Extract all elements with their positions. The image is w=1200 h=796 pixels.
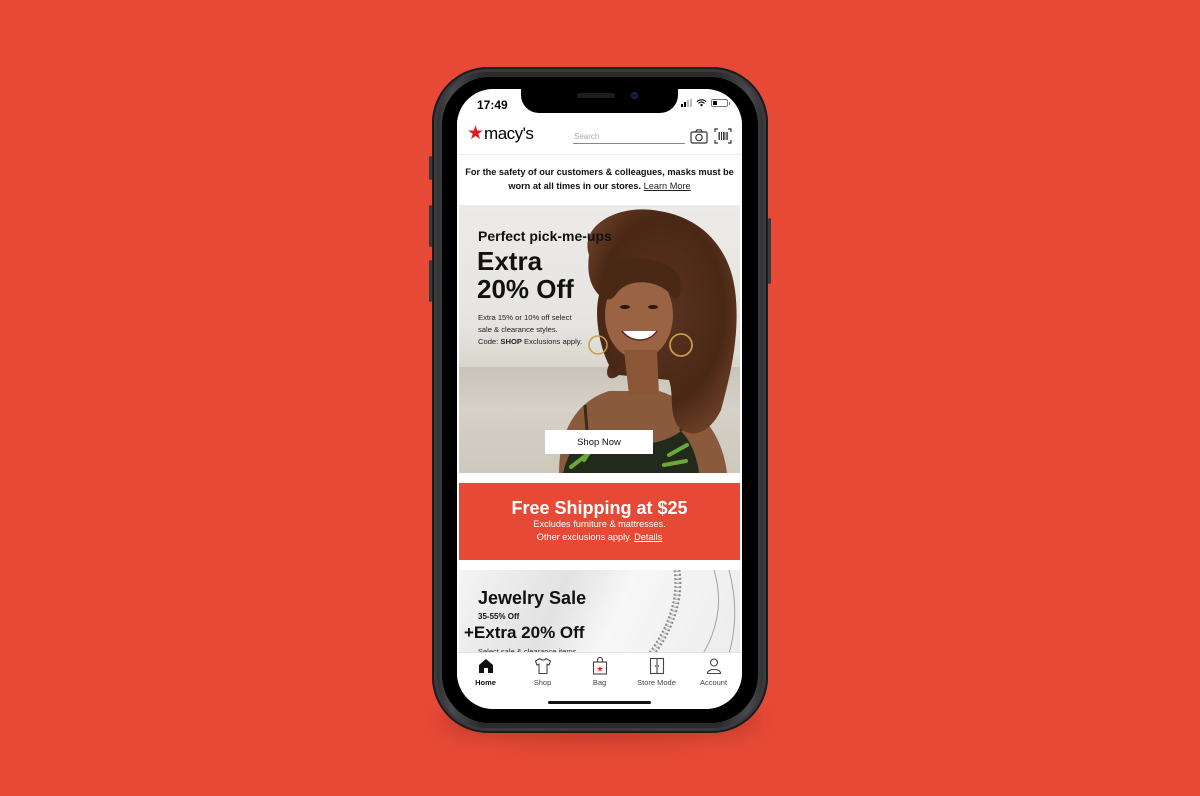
status-time: 17:49 xyxy=(477,98,508,112)
shipping-line2: Other exclusions apply. Details xyxy=(459,531,740,544)
hero-sub-line1: Extra 15% or 10% off select xyxy=(478,313,572,322)
hero-headline: Extra 20% Off xyxy=(477,247,627,303)
tab-shop[interactable]: Shop xyxy=(514,657,571,687)
phone-screen: 17:49 ★ macy's Search For the safety of … xyxy=(457,89,742,709)
shop-now-button[interactable]: Shop Now xyxy=(545,430,653,454)
store-mode-icon xyxy=(649,657,664,675)
hero-kicker: Perfect pick-me-ups xyxy=(478,228,612,244)
account-icon xyxy=(706,658,721,675)
shipping-details-link[interactable]: Details xyxy=(634,532,662,542)
tab-store-mode[interactable]: Store Mode xyxy=(628,657,685,687)
free-shipping-banner[interactable]: Free Shipping at $25 Excludes furniture … xyxy=(459,483,740,560)
jewelry-title: Jewelry Sale xyxy=(478,588,587,608)
hero-exclusions: Exclusions apply. xyxy=(524,337,583,346)
home-indicator[interactable] xyxy=(548,701,651,704)
status-icons xyxy=(681,99,730,107)
tab-label: Shop xyxy=(533,678,552,687)
hero-banner[interactable]: Perfect pick-me-ups Extra 20% Off Extra … xyxy=(459,205,740,473)
tab-label: Store Mode xyxy=(637,678,676,687)
jewelry-chain-image xyxy=(644,570,736,660)
hero-headline-line1: Extra xyxy=(477,246,543,276)
notch xyxy=(521,89,678,113)
power-button xyxy=(768,218,771,284)
tab-bag[interactable]: ★ Bag xyxy=(571,657,628,687)
tab-label: Account xyxy=(699,678,728,687)
shirt-icon xyxy=(534,657,551,675)
search-bar xyxy=(568,128,685,145)
shipping-title: Free Shipping at $25 xyxy=(511,498,688,518)
home-icon xyxy=(478,659,493,673)
logo-text: macy's xyxy=(484,124,534,143)
jewelry-discount-range: 35-55% Off xyxy=(478,612,520,621)
hero-headline-line2: 20% Off xyxy=(477,274,574,304)
barcode-scanner-icon[interactable] xyxy=(714,128,732,144)
battery-icon xyxy=(711,99,730,107)
search-icon[interactable] xyxy=(568,129,569,144)
signal-icon xyxy=(681,99,692,107)
safety-notice: For the safety of our customers & collea… xyxy=(457,156,742,204)
hero-code-line: Code: SHOP Exclusions apply. xyxy=(478,336,608,348)
jewelry-sale-banner[interactable]: Jewelry Sale 35-55% Off +Extra 20% Off S… xyxy=(459,570,740,660)
camera-icon[interactable] xyxy=(690,128,708,144)
tab-label: Home xyxy=(475,678,496,687)
app-header: ★ macy's xyxy=(457,117,742,155)
jewelry-extra-offer: +Extra 20% Off xyxy=(464,623,585,642)
hero-subtext: Extra 15% or 10% off select sale & clear… xyxy=(478,312,608,348)
macys-logo[interactable]: ★ macy's xyxy=(467,123,534,144)
star-icon: ★ xyxy=(467,123,485,144)
hero-sub-line2: sale & clearance styles. xyxy=(478,325,558,334)
tab-label: Bag xyxy=(592,678,607,687)
bag-icon: ★ xyxy=(592,657,607,675)
notice-text: For the safety of our customers & collea… xyxy=(465,167,734,191)
learn-more-link[interactable]: Learn More xyxy=(644,181,691,191)
shipping-line2-text: Other exclusions apply. xyxy=(536,532,632,542)
front-camera xyxy=(631,92,638,99)
tab-home[interactable]: Home xyxy=(457,657,514,687)
wifi-icon xyxy=(696,99,707,107)
shipping-line1: Excludes furniture & mattresses. xyxy=(533,519,666,529)
earpiece-speaker xyxy=(577,93,615,98)
search-input[interactable] xyxy=(573,129,685,144)
svg-text:★: ★ xyxy=(596,665,603,674)
hero-promo-code: SHOP xyxy=(500,337,522,346)
hero-code-label: Code: xyxy=(478,337,499,346)
tab-account[interactable]: Account xyxy=(685,657,742,687)
